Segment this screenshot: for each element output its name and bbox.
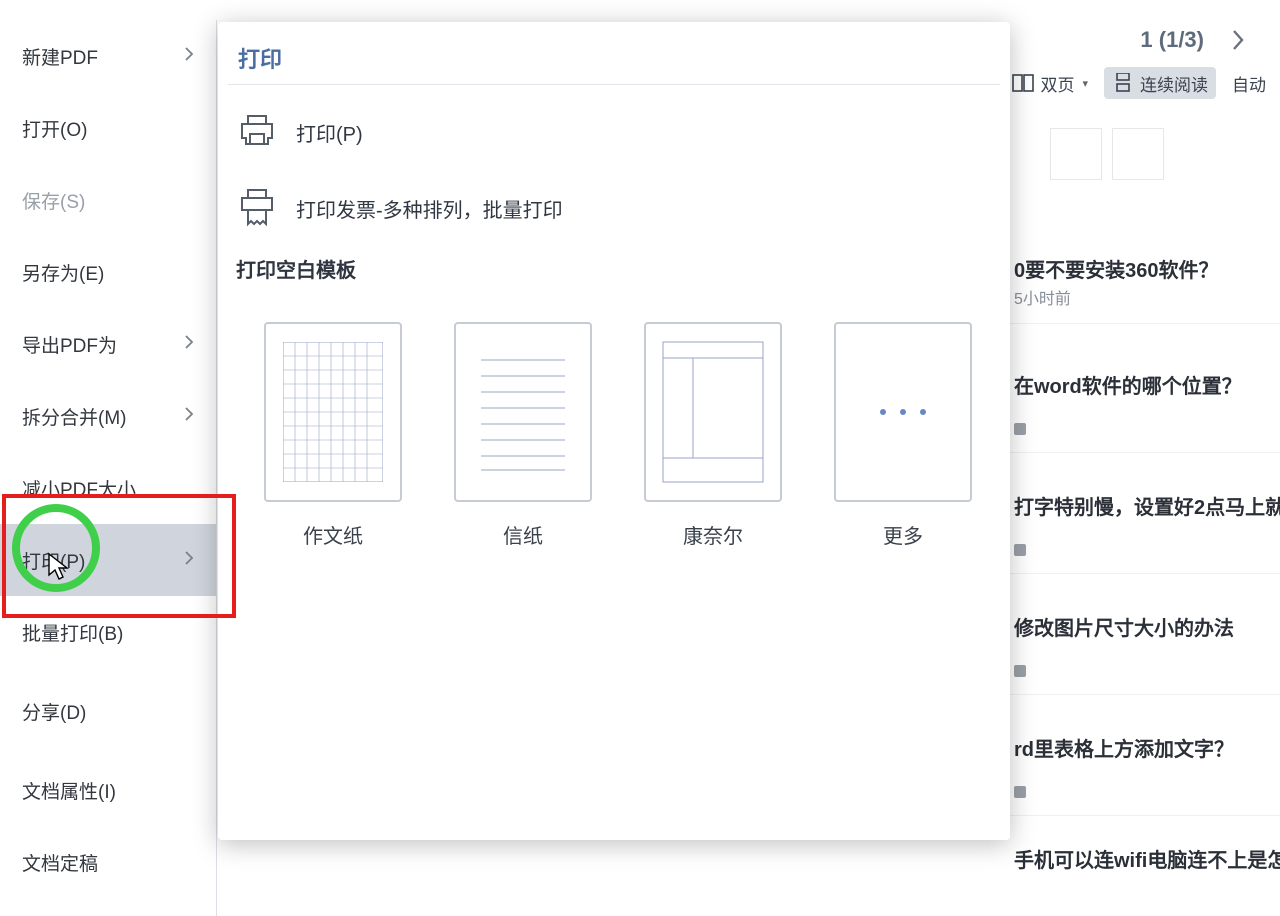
- file-menu-item-batch-print[interactable]: 批量打印(B): [0, 596, 216, 668]
- blank-templates-heading: 打印空白模板: [236, 254, 356, 283]
- template-thumbnail: [264, 322, 402, 502]
- file-menu-item-reduce-pdf-size[interactable]: 减小PDF大小: [0, 452, 216, 524]
- caret-down-icon: ▾: [1082, 77, 1088, 90]
- file-menu-item-label: 另存为(E): [22, 259, 104, 286]
- view-auto-label: 自动: [1232, 71, 1266, 96]
- dual-page-icon: [1012, 73, 1034, 93]
- template-label: 更多: [883, 520, 923, 549]
- print-panel-title: 打印: [238, 42, 282, 74]
- file-menu-item-label: 批量打印(B): [22, 619, 123, 646]
- article-item[interactable]: 在word软件的哪个位置？: [1010, 356, 1280, 453]
- chevron-right-icon: [184, 333, 194, 355]
- file-menu-item-label: 文档属性(I): [22, 777, 116, 804]
- article-list: 0要不要安装360软件？ 5小时前 在word软件的哪个位置？ 打字特别慢，设置…: [1010, 110, 1280, 916]
- printer-icon: [238, 114, 276, 150]
- article-item[interactable]: 0要不要安装360软件？ 5小时前: [1010, 240, 1280, 324]
- article-title: 在word软件的哪个位置？: [1014, 374, 1276, 401]
- template-composition[interactable]: 作文纸: [264, 322, 402, 549]
- template-letter[interactable]: 信纸: [454, 322, 592, 549]
- article-thumbnail: [1112, 128, 1164, 180]
- file-menu-item-doc-finalize[interactable]: 文档定稿: [0, 826, 216, 898]
- file-menu-item-open[interactable]: 打开(O): [0, 92, 216, 164]
- article-item[interactable]: 打字特别慢，设置好2点马上就: [1010, 477, 1280, 574]
- file-menu-item-label: 导出PDF为: [22, 331, 117, 358]
- print-option-print[interactable]: 打印(P): [238, 102, 363, 162]
- template-label: 信纸: [503, 520, 543, 549]
- file-menu-item-label: 打印(P): [22, 547, 85, 574]
- print-option-label: 打印发票-多种排列，批量打印: [296, 194, 563, 223]
- file-menu-item-label: 减小PDF大小: [22, 475, 136, 502]
- printer-invoice-icon: [238, 188, 276, 228]
- template-label: 康奈尔: [683, 520, 743, 549]
- file-menu-item-save: 保存(S): [0, 164, 216, 236]
- view-auto-button[interactable]: 自动: [1224, 67, 1274, 99]
- meta-icon: [1014, 786, 1026, 798]
- article-title: 手机可以连wifi电脑连不上是怎么回事: [1014, 848, 1276, 875]
- print-option-invoice[interactable]: 打印发票-多种排列，批量打印: [238, 178, 563, 238]
- chevron-right-icon: [184, 549, 194, 571]
- divider: [228, 84, 1000, 85]
- article-title: 0要不要安装360软件？: [1014, 258, 1276, 285]
- view-continuous-button[interactable]: 连续阅读: [1104, 67, 1216, 99]
- page-next-button[interactable]: [1218, 20, 1258, 60]
- view-dual-page-label: 双页: [1040, 71, 1074, 96]
- chevron-right-icon: [184, 405, 194, 427]
- print-option-label: 打印(P): [296, 118, 363, 147]
- template-cornell[interactable]: 康奈尔: [644, 322, 782, 549]
- file-menu-item-label: 拆分合并(M): [22, 403, 126, 430]
- file-menu-item-label: 新建PDF: [22, 43, 98, 70]
- template-more[interactable]: 更多: [834, 322, 972, 549]
- file-menu-item-save-as[interactable]: 另存为(E): [0, 236, 216, 308]
- file-menu-item-share[interactable]: 分享(D): [0, 668, 216, 754]
- meta-icon: [1014, 665, 1026, 677]
- file-menu-item-new-pdf[interactable]: 新建PDF: [0, 20, 216, 92]
- article-item[interactable]: rd里表格上方添加文字？: [1010, 719, 1280, 816]
- print-submenu-panel: 打印 打印(P) 打印发票-多种排列，批量打印 打印空白模板: [218, 22, 1010, 840]
- page-indicator: 1 (1/3): [1140, 27, 1204, 53]
- article-thumbnail: [1050, 128, 1102, 180]
- file-menu-item-label: 文档定稿: [22, 849, 98, 876]
- article-time: 5小时前: [1014, 285, 1276, 309]
- article-item[interactable]: 手机可以连wifi电脑连不上是怎么回事: [1010, 830, 1280, 889]
- file-menu-item-label: 打开(O): [22, 115, 87, 142]
- file-menu-item-label: 分享(D): [22, 698, 86, 725]
- view-continuous-label: 连续阅读: [1140, 71, 1208, 96]
- template-label: 作文纸: [303, 520, 363, 549]
- view-dual-page-button[interactable]: 双页 ▾: [1004, 67, 1096, 99]
- file-menu-item-print[interactable]: 打印(P): [0, 524, 216, 596]
- article-item[interactable]: 修改图片尺寸大小的办法: [1010, 598, 1280, 695]
- meta-icon: [1014, 423, 1026, 435]
- file-menu: 新建PDF 打开(O) 保存(S) 另存为(E) 导出PDF为 拆分合并(M) …: [0, 20, 217, 916]
- file-menu-item-doc-properties[interactable]: 文档属性(I): [0, 754, 216, 826]
- chevron-right-icon: [184, 45, 194, 67]
- template-thumbnail: [834, 322, 972, 502]
- file-menu-item-export-pdf-as[interactable]: 导出PDF为: [0, 308, 216, 380]
- article-title: rd里表格上方添加文字？: [1014, 737, 1276, 764]
- file-menu-item-split-merge[interactable]: 拆分合并(M): [0, 380, 216, 452]
- template-thumbnail: [454, 322, 592, 502]
- continuous-scroll-icon: [1112, 73, 1134, 93]
- meta-icon: [1014, 544, 1026, 556]
- template-thumbnail: [644, 322, 782, 502]
- article-title: 打字特别慢，设置好2点马上就: [1014, 495, 1276, 522]
- article-title: 修改图片尺寸大小的办法: [1014, 616, 1276, 643]
- file-menu-item-label: 保存(S): [22, 187, 85, 214]
